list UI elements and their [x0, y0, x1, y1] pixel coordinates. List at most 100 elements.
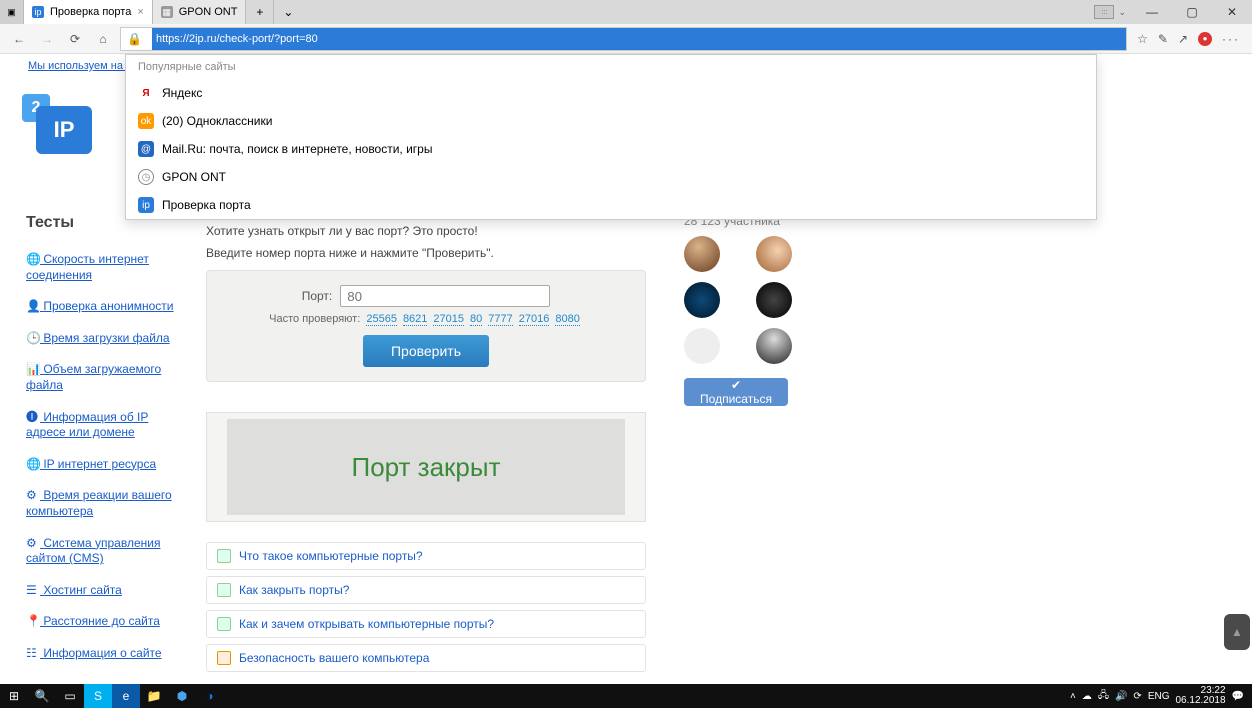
start-button[interactable]: ⊞ — [0, 684, 28, 708]
nav-home[interactable]: ⌂ — [92, 28, 114, 50]
tray-sync-icon[interactable]: ⟳ — [1133, 691, 1141, 702]
suggestion-icon: Я — [138, 85, 154, 101]
notes-icon[interactable]: ✎ — [1158, 32, 1168, 46]
check-button[interactable]: Проверить — [363, 335, 489, 367]
suggestion-label: Mail.Ru: почта, поиск в интернете, новос… — [162, 142, 432, 156]
sidebar-item[interactable]: ☷ Информация о сайте — [26, 638, 186, 670]
suggestion-icon: ok — [138, 113, 154, 129]
task-skype[interactable]: S — [84, 684, 112, 708]
vk-subscribe-button[interactable]: ✔ Подписаться — [684, 378, 788, 406]
grid-icon[interactable]: ::: — [1094, 5, 1114, 19]
suggestion-item[interactable]: ipПроверка порта — [126, 191, 1096, 219]
system-tray[interactable]: ˄ ☁ 🖧 🔊 ⟳ ENG 23:22 06.12.2018 💬 — [1070, 686, 1252, 707]
nav-back[interactable]: ← — [8, 28, 30, 50]
sidebar-item[interactable]: 👤 Проверка анонимности — [26, 291, 186, 323]
address-bar[interactable]: 🔒 https://2ip.ru/check-port/?port=80 — [120, 27, 1127, 51]
sidebar-tests: Тесты 🌐 Скорость интернет соединения👤 Пр… — [26, 214, 186, 670]
favorite-icon[interactable]: ☆ — [1137, 32, 1148, 46]
system-icon: ▣ — [7, 7, 16, 18]
sidebar-item-icon: ⚙ — [26, 536, 40, 552]
scroll-to-top[interactable]: ▲ — [1224, 614, 1250, 650]
common-port-link[interactable]: 27016 — [519, 313, 550, 326]
avatar[interactable] — [756, 328, 792, 364]
avatar[interactable] — [684, 328, 720, 364]
suggestion-item[interactable]: @Mail.Ru: почта, поиск в интернете, ново… — [126, 135, 1096, 163]
tab-favicon-generic: ▦ — [161, 6, 173, 18]
new-tab-button[interactable]: + — [246, 0, 274, 24]
tray-date: 06.12.2018 — [1175, 696, 1225, 707]
avatar[interactable] — [756, 236, 792, 272]
sidebar-item-icon: 📊 — [26, 362, 40, 378]
window-close[interactable]: ✕ — [1212, 0, 1252, 24]
tray-up-icon[interactable]: ˄ — [1070, 691, 1076, 702]
avatar[interactable] — [684, 236, 720, 272]
grid-caret[interactable]: ⌄ — [1118, 7, 1126, 18]
tray-lang[interactable]: ENG — [1148, 691, 1170, 702]
port-form: Порт: Часто проверяют: 25565862127015807… — [206, 270, 646, 382]
tray-network-icon[interactable]: 🖧 — [1098, 688, 1109, 705]
common-port-link[interactable]: 80 — [470, 313, 482, 326]
common-port-link[interactable]: 25565 — [366, 313, 397, 326]
common-port-link[interactable]: 7777 — [488, 313, 512, 326]
sidebar-item[interactable]: ☰ Хостинг сайта — [26, 575, 186, 607]
task-app1[interactable]: ⬢ — [168, 684, 196, 708]
suggestion-item[interactable]: ЯЯндекс — [126, 79, 1096, 107]
help-item[interactable]: Как и зачем открывать компьютерные порты… — [206, 610, 646, 638]
tray-volume-icon[interactable]: 🔊 — [1115, 691, 1127, 702]
site-logo[interactable]: 2 IP — [22, 94, 96, 156]
help-item[interactable]: Безопасность вашего компьютера — [206, 644, 646, 672]
window-system-tab[interactable]: ▣ — [0, 0, 24, 24]
vk-avatars — [684, 236, 824, 364]
browser-tab-inactive[interactable]: ▦ GPON ONT — [153, 0, 247, 24]
sidebar-item[interactable]: 📊 Объем загружаемого файла — [26, 354, 186, 401]
sidebar-item[interactable]: 🅘 Информация об IP адресе или домене — [26, 402, 186, 449]
window-minimize[interactable]: — — [1132, 0, 1172, 24]
task-explorer[interactable]: 📁 — [140, 684, 168, 708]
sidebar-item-icon: 👤 — [26, 299, 40, 315]
sidebar-item[interactable]: ⚙ Система управления сайтом (CMS) — [26, 528, 186, 575]
tabs-caret[interactable]: ⌄ — [274, 0, 302, 24]
task-teamviewer[interactable]: ◑ — [196, 684, 224, 708]
task-view[interactable]: ▭ — [56, 684, 84, 708]
help-item[interactable]: Как закрыть порты? — [206, 576, 646, 604]
suggestion-item[interactable]: ◷ GPON ONT — [126, 163, 1096, 191]
port-input[interactable] — [340, 285, 550, 307]
tray-cloud-icon[interactable]: ☁ — [1082, 691, 1092, 702]
common-port-link[interactable]: 8080 — [555, 313, 579, 326]
common-port-link[interactable]: 8621 — [403, 313, 427, 326]
logo-ip: IP — [36, 106, 92, 154]
menu-more-icon[interactable]: ··· — [1222, 32, 1240, 46]
tab-label: GPON ONT — [179, 6, 238, 18]
nav-refresh[interactable]: ⟳ — [64, 28, 86, 50]
window-maximize[interactable]: ▢ — [1172, 0, 1212, 24]
task-search[interactable]: 🔍 — [28, 684, 56, 708]
avatar[interactable] — [756, 282, 792, 318]
sidebar-item[interactable]: 📍 Расстояние до сайта — [26, 606, 186, 638]
suggestion-label: GPON ONT — [162, 170, 226, 184]
page-sub1: Хотите узнать открыт ли у вас порт? Это … — [206, 224, 646, 238]
cookie-link[interactable]: Мы используем на на — [28, 60, 138, 72]
common-port-link[interactable]: 27015 — [433, 313, 464, 326]
sidebar-item-icon: 🕒 — [26, 331, 40, 347]
sidebar-item-icon: ⚙ — [26, 488, 40, 504]
suggestion-label: Проверка порта — [162, 198, 251, 212]
share-icon[interactable]: ↗ — [1178, 32, 1188, 46]
sidebar-item-icon: 🅘 — [26, 410, 40, 426]
sidebar-item[interactable]: 🌐 IP интернет ресурса — [26, 449, 186, 481]
common-ports: Часто проверяют: 25565862127015807777270… — [221, 313, 631, 325]
tab-close-icon[interactable]: × — [137, 6, 143, 18]
sidebar-item[interactable]: ⚙ Время реакции вашего компьютера — [26, 480, 186, 527]
adblock-icon[interactable]: ● — [1198, 32, 1212, 46]
tray-action-center-icon[interactable]: 💬 — [1232, 691, 1244, 702]
suggestion-item[interactable]: ok(20) Одноклассники — [126, 107, 1096, 135]
tray-clock[interactable]: 23:22 06.12.2018 — [1175, 686, 1225, 707]
url-text[interactable]: https://2ip.ru/check-port/?port=80 — [152, 28, 1126, 50]
suggestion-icon: ◷ — [138, 169, 154, 185]
browser-tab-active[interactable]: ip Проверка порта × — [24, 0, 153, 24]
task-edge[interactable]: e — [112, 684, 140, 708]
avatar[interactable] — [684, 282, 720, 318]
nav-forward[interactable]: → — [36, 28, 58, 50]
sidebar-item[interactable]: 🌐 Скорость интернет соединения — [26, 244, 186, 291]
help-item[interactable]: Что такое компьютерные порты? — [206, 542, 646, 570]
sidebar-item[interactable]: 🕒 Время загрузки файла — [26, 323, 186, 355]
